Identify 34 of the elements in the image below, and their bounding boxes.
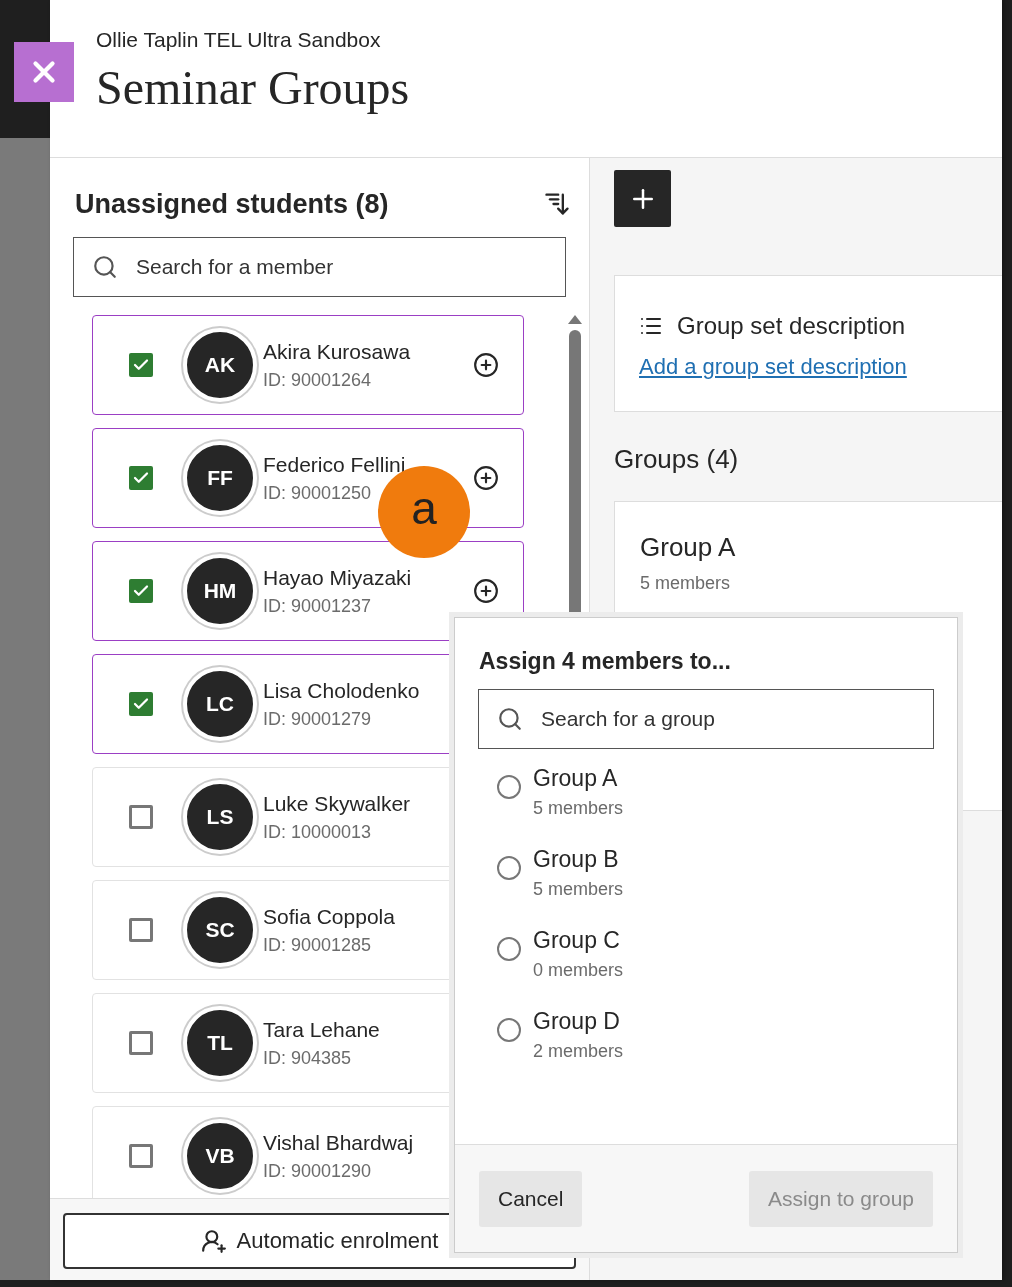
student-id: ID: 90001279 [263,708,373,730]
student-name: Vishal Bhardwaj [263,1130,415,1155]
avatar: LC [183,667,257,741]
student-id: ID: 10000013 [263,821,373,843]
avatar: SC [183,893,257,967]
student-name: Hayao Miyazaki [263,565,413,590]
member-count: 5 members [533,798,624,819]
student-id: ID: 90001285 [263,934,373,956]
member-count: 5 members [640,573,732,594]
student-id: ID: 90001290 [263,1160,373,1182]
student-id: ID: 904385 [263,1047,353,1069]
page-title: Seminar Groups [96,60,411,115]
student-name: Tara Lehane [263,1017,381,1042]
member-count: 5 members [533,879,624,900]
member-count: 2 members [533,1041,624,1062]
student-name: Sofia Coppola [263,904,396,929]
group-name: Group A [640,532,737,563]
student-id: ID: 90001237 [263,595,373,617]
avatar: AK [183,328,257,402]
member-count: 0 members [533,960,624,981]
card-title: Group set description [677,312,906,340]
student-name: Luke Skywalker [263,791,412,816]
avatar: FF [183,441,257,515]
groups-title: Groups (4) [614,444,740,475]
student-name: Lisa Cholodenko [263,678,421,703]
section-title: Unassigned students (8) [75,188,389,220]
avatar: TL [183,1006,257,1080]
student-id: ID: 90001264 [263,369,373,391]
student-name: Akira Kurosawa [263,339,412,364]
avatar: HM [183,554,257,628]
student-id: ID: 90001250 [263,482,373,504]
avatar: LS [183,780,257,854]
avatar: VB [183,1119,257,1193]
course-name: Ollie Taplin TEL Ultra Sandbox [96,28,382,52]
